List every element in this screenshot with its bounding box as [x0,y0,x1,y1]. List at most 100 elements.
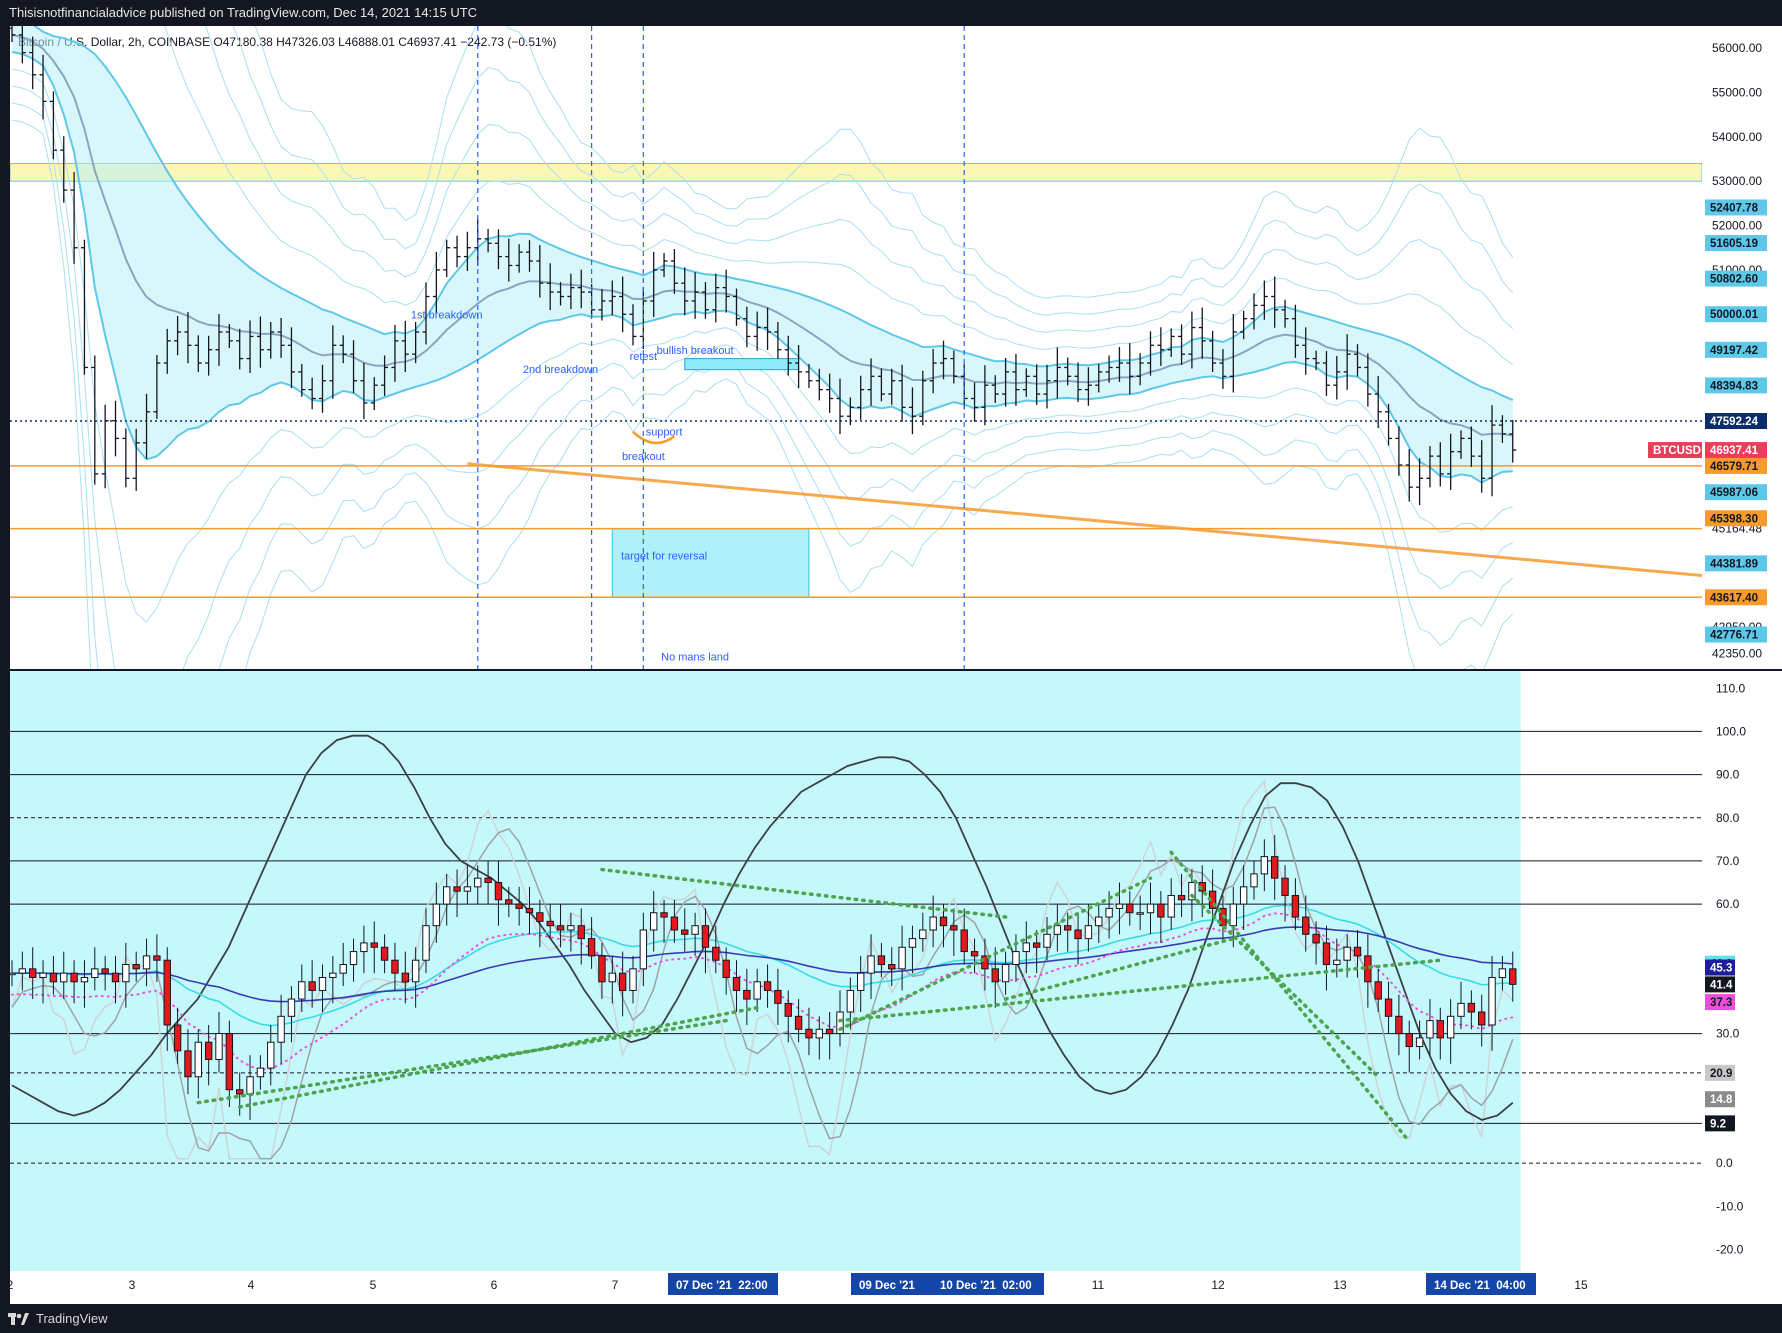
rsi-candle [1426,1020,1434,1039]
rsi-candle [825,1028,834,1035]
rsi-candle [215,1033,223,1060]
rsi-candle [1271,856,1279,879]
oscillator-tick-label: 60.0 [1716,897,1740,911]
rsi-candle [1074,929,1082,940]
rsi-candle [1043,933,1051,948]
rsi-candle [1302,916,1310,935]
rsi-candle [805,1028,813,1039]
symbol-line: Bitcoin / U.S. Dollar, 2h, COINBASE O471… [18,35,556,49]
rsi-candle [587,938,596,957]
rsi-candle [950,925,958,931]
time-highlight-label: 14 Dec '21 04:00 [1434,1280,1526,1292]
rsi-candle [1353,946,1362,957]
rsi-candle [960,929,968,953]
oscillator-background [10,671,1521,1271]
time-tick-label: 13 [1333,1278,1347,1292]
chart-canvas[interactable]: Bitcoin / U.S. Dollar, 2h, COINBASE O471… [0,0,1782,1333]
price-badge-label: 42776.71 [1710,630,1759,642]
time-tick-label: 3 [129,1278,136,1292]
rsi-candle [1446,1015,1455,1039]
rsi-candle [567,925,575,931]
rsi-candle [443,886,451,905]
price-badge-label: 43617.40 [1710,592,1758,604]
rsi-candle [173,1024,182,1052]
time-tick-label: 15 [1574,1278,1588,1292]
footer-brand: TradingView [36,1311,108,1326]
rsi-candle [1509,968,1517,985]
rsi-candle [991,968,999,983]
rsi-candle [474,877,482,888]
symbol-badge-label: BTCUSD [1653,445,1701,457]
rsi-candle [660,912,668,918]
rsi-candle [1260,856,1269,875]
chart-annotation: target for reversal [621,550,707,562]
rsi-candle [1405,1033,1413,1048]
rsi-candle [339,964,347,974]
rsi-candle [1064,925,1072,931]
rsi-candle [256,1067,265,1078]
rsi-candle [732,976,741,991]
rsi-candle [101,968,109,974]
rsi-candle [1291,894,1300,918]
rsi-candle [1457,1002,1465,1017]
chart-annotation: support [646,427,683,439]
rsi-candle [815,1028,823,1039]
price-badge-label: 45987.06 [1710,487,1758,499]
rsi-candle [1384,998,1393,1017]
price-badge-label: 50000.01 [1710,309,1759,321]
rsi-candle [1157,903,1165,918]
oscillator-badge-label: 41.4 [1710,979,1733,991]
time-tick-label: 4 [248,1278,255,1292]
price-badge-label: 45398.30 [1710,513,1758,525]
rsi-candle [691,925,699,935]
rsi-candle [153,955,161,961]
oscillator-badge-label: 14.8 [1710,1094,1733,1106]
price-badge-label: 50802.60 [1710,274,1758,286]
rsi-candle [515,903,523,909]
oscillator-plot [10,671,1702,1271]
oscillator-tick-label: 90.0 [1716,768,1740,782]
time-highlight-label: 09 Dec '21 [859,1280,915,1292]
oscillator-tick-label: 80.0 [1716,811,1740,825]
price-badge-label: 47592.24 [1710,416,1759,428]
rsi-candle [908,938,917,948]
rsi-candle [1095,916,1103,927]
time-tick-label: 2 [7,1278,14,1292]
rsi-candle [132,964,140,970]
tradingview-logo-icon [8,1312,29,1325]
rsi-candle [39,972,47,978]
rsi-candle [670,916,679,931]
rsi-candle [650,912,658,931]
target-reversal-zone [611,528,810,598]
rsi-candle [1281,877,1289,896]
oscillator-badge-label: 37.3 [1710,997,1732,1009]
rsi-candle [774,989,782,1004]
rsi-candle [184,1050,192,1078]
bullish-breakout-box [684,358,800,371]
rsi-candle [794,1015,803,1030]
rsi-candle [360,942,368,953]
rsi-candle [1322,942,1331,966]
rsi-candle [277,1015,285,1043]
rsi-candle [722,959,730,978]
rsi-candle [1115,903,1124,909]
oscillator-tick-label: 0.0 [1716,1156,1733,1170]
rsi-candle [846,989,855,1013]
rsi-candle [898,946,906,970]
rsi-candle [1250,873,1258,888]
rsi-candle [1312,933,1320,944]
rsi-candle [80,976,89,983]
rsi-candle [1343,946,1351,961]
rsi-candle [784,1002,792,1017]
rsi-candle [1395,1015,1403,1035]
rsi-candle [49,972,58,983]
rsi-candle [91,968,99,978]
rsi-candle [753,981,761,1000]
rsi-candle [505,899,513,905]
time-tick-label: 12 [1211,1278,1225,1292]
rsi-candle [122,964,130,983]
rsi-candle [877,955,886,966]
rsi-candle [1084,925,1093,940]
price-badge-label: 44381.89 [1710,558,1758,570]
oscillator-tick-label: 70.0 [1716,854,1740,868]
